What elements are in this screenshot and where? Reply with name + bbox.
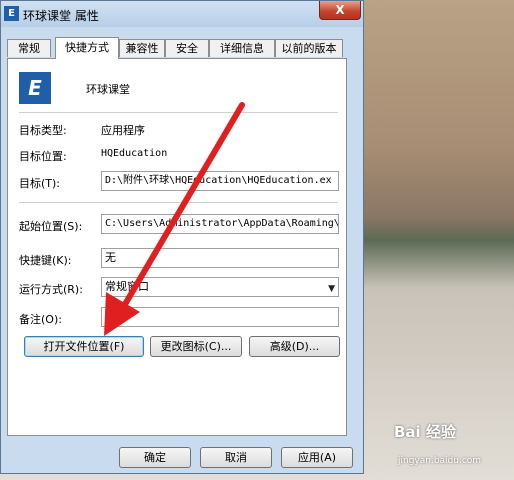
window-title: 环球课堂 属性 (23, 9, 99, 23)
target-location-value: HQEducation (101, 148, 168, 159)
shortcut-icon: E (19, 72, 51, 104)
app-icon: E (4, 6, 19, 21)
watermark-brand: Bai 经验 (394, 423, 456, 441)
target-type-label: 目标类型: (19, 124, 67, 137)
hotkey-label: 快捷键(K): (19, 254, 72, 267)
change-icon-button[interactable]: 更改图标(C)... (150, 336, 242, 357)
close-button[interactable]: X (319, 1, 361, 20)
hotkey-field[interactable]: 无 (101, 248, 339, 268)
cancel-button[interactable]: 取消 (200, 447, 272, 468)
ok-button[interactable]: 确定 (119, 447, 191, 468)
properties-dialog: E 环球课堂 属性 X 常规 快捷方式 兼容性 安全 详细信息 以前的版本 E … (0, 0, 364, 474)
comment-label: 备注(O): (19, 313, 62, 326)
tab-security[interactable]: 安全 (165, 39, 209, 57)
divider (19, 202, 338, 203)
divider (19, 112, 338, 113)
target-label: 目标(T): (19, 177, 61, 190)
title-bar[interactable]: E 环球课堂 属性 X (1, 1, 363, 27)
comment-field[interactable] (101, 307, 339, 327)
shortcut-name: 环球课堂 (86, 83, 130, 96)
chevron-down-icon: ▼ (328, 284, 335, 294)
open-file-location-button[interactable]: 打开文件位置(F) (24, 336, 144, 357)
target-field[interactable]: D:\附件\环球\HQEducation\HQEducation.ex (101, 171, 339, 191)
start-in-field[interactable]: C:\Users\Administrator\AppData\Roaming\ (101, 214, 339, 234)
tab-general[interactable]: 常规 (7, 39, 51, 57)
run-select[interactable]: 常规窗口 ▼ (101, 277, 339, 297)
advanced-button[interactable]: 高级(D)... (249, 336, 340, 357)
tab-compatibility[interactable]: 兼容性 (119, 39, 165, 57)
tab-shortcut[interactable]: 快捷方式 (55, 37, 119, 59)
tab-previous-versions[interactable]: 以前的版本 (275, 39, 343, 57)
tab-details[interactable]: 详细信息 (209, 39, 275, 57)
run-label: 运行方式(R): (19, 283, 83, 296)
target-type-value: 应用程序 (101, 124, 145, 137)
run-select-value: 常规窗口 (105, 280, 149, 293)
shortcut-panel: E 环球课堂 目标类型: 应用程序 目标位置: HQEducation 目标(T… (7, 58, 347, 436)
tab-strip: 常规 快捷方式 兼容性 安全 详细信息 以前的版本 (7, 37, 347, 59)
target-location-label: 目标位置: (19, 150, 67, 163)
watermark-site: jingyan.baidu.com (398, 456, 482, 466)
apply-button[interactable]: 应用(A) (281, 447, 353, 468)
start-in-label: 起始位置(S): (19, 220, 83, 233)
